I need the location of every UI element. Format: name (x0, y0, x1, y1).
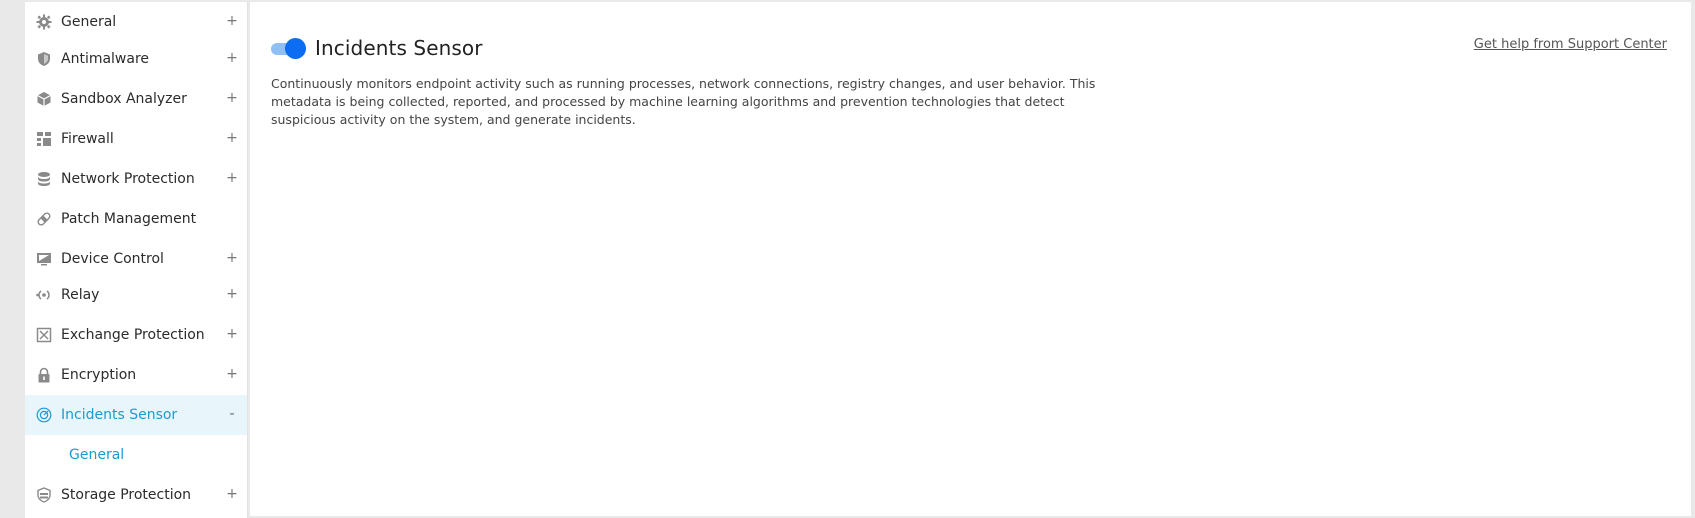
expand-icon[interactable]: + (226, 366, 238, 382)
app-frame: General + Antimalware + Sandbox Analyzer… (0, 0, 1695, 518)
expand-icon[interactable]: + (226, 486, 238, 502)
expand-icon[interactable]: + (226, 90, 238, 106)
expand-icon[interactable]: + (226, 170, 238, 186)
sidebar-item-label: Antimalware (61, 51, 150, 67)
page-title: Incidents Sensor (315, 36, 483, 60)
database-icon (36, 171, 52, 187)
lock-icon (36, 367, 52, 383)
sidebar-item-relay[interactable]: Relay + (25, 275, 247, 315)
expand-icon[interactable]: + (226, 250, 238, 266)
sidebar-item-firewall[interactable]: Firewall + (25, 119, 247, 159)
firewall-icon (36, 131, 52, 147)
sidebar-item-label: Network Protection (61, 171, 195, 187)
storage-icon (36, 487, 52, 503)
collapse-icon[interactable]: - (226, 406, 238, 422)
module-description: Continuously monitors endpoint activity … (271, 76, 1096, 127)
panel-header: Incidents Sensor (271, 36, 483, 60)
bandage-icon (36, 211, 52, 227)
sidebar-item-general[interactable]: General + (25, 2, 247, 42)
sidebar-item-label: Encryption (61, 367, 137, 383)
sidebar-item-device-control[interactable]: Device Control + (25, 239, 247, 279)
incidents-sensor-toggle[interactable] (271, 38, 307, 59)
relay-icon (36, 287, 52, 303)
expand-icon[interactable]: + (226, 286, 238, 302)
sidebar-item-storage-protection[interactable]: Storage Protection + (25, 475, 247, 515)
sidebar-item-label: Sandbox Analyzer (61, 91, 187, 107)
cube-icon (36, 91, 52, 107)
sidebar-item-network-protection[interactable]: Network Protection + (25, 159, 247, 199)
sensor-icon (36, 407, 52, 423)
expand-icon[interactable]: + (226, 50, 238, 66)
sidebar-item-label: Incidents Sensor (61, 407, 178, 423)
sidebar-item-label: General (61, 14, 117, 30)
exchange-icon (36, 327, 52, 343)
sidebar-item-label: Exchange Protection (61, 327, 205, 343)
expand-icon[interactable]: + (226, 326, 238, 342)
sidebar-item-encryption[interactable]: Encryption + (25, 355, 247, 395)
sidebar-item-label: Relay (61, 287, 100, 303)
sidebar-item-label: Patch Management (61, 211, 197, 227)
expand-icon[interactable]: + (226, 130, 238, 146)
settings-panel: Incidents Sensor Get help from Support C… (250, 2, 1691, 516)
sidebar-item-antimalware[interactable]: Antimalware + (25, 39, 247, 79)
policy-sidebar: General + Antimalware + Sandbox Analyzer… (25, 2, 248, 518)
sidebar-subitem-label: General (69, 447, 125, 463)
shield-icon (36, 51, 52, 67)
toggle-knob (285, 38, 306, 59)
sidebar-item-exchange-protection[interactable]: Exchange Protection + (25, 315, 247, 355)
expand-icon[interactable]: + (226, 13, 238, 29)
sidebar-subitem-general[interactable]: General (25, 435, 247, 475)
gear-icon (36, 14, 52, 30)
support-center-link[interactable]: Get help from Support Center (1474, 37, 1667, 52)
sidebar-item-patch-management[interactable]: Patch Management (25, 199, 247, 239)
sidebar-item-label: Device Control (61, 251, 164, 267)
sidebar-item-label: Firewall (61, 131, 114, 147)
monitor-icon (36, 251, 52, 267)
sidebar-item-incidents-sensor[interactable]: Incidents Sensor - (25, 395, 247, 435)
sidebar-item-sandbox-analyzer[interactable]: Sandbox Analyzer + (25, 79, 247, 119)
sidebar-item-label: Storage Protection (61, 487, 192, 503)
